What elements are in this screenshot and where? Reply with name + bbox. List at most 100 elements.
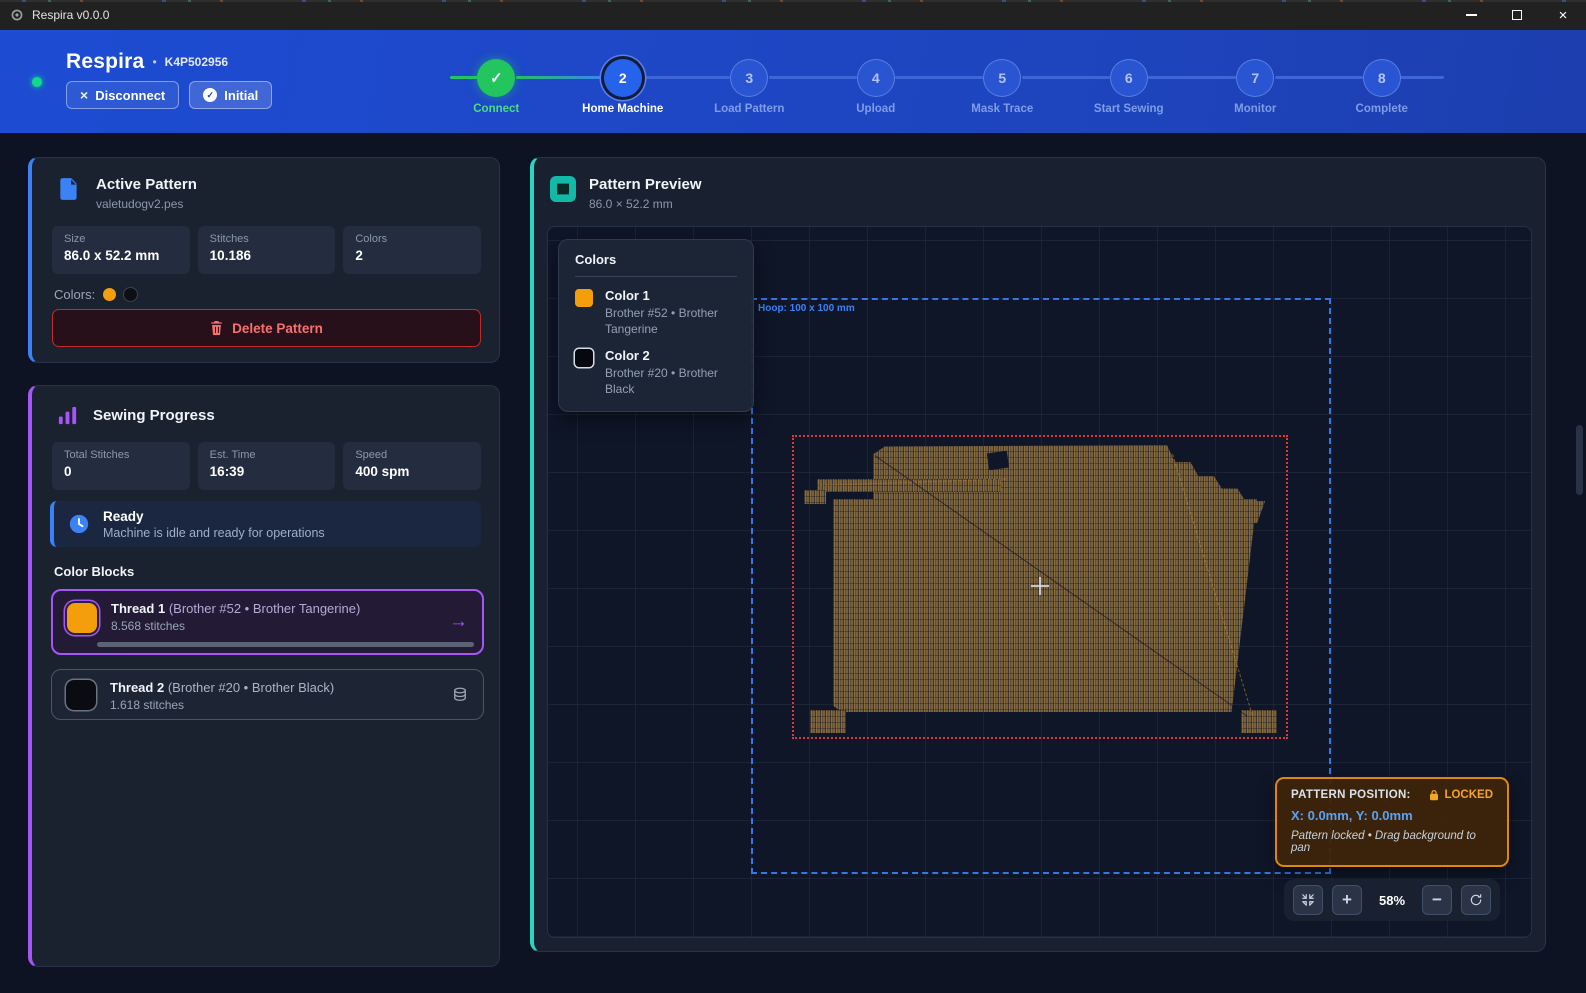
preview-dimensions: 86.0 × 52.2 mm: [589, 197, 702, 211]
legend-item-color1: Color 1 Brother #52 • Brother Tangerine: [575, 288, 737, 337]
step-number: 4: [857, 59, 895, 97]
file-icon: [56, 176, 82, 211]
disconnect-label: Disconnect: [95, 88, 165, 103]
zoom-out-button[interactable]: −: [1422, 885, 1452, 915]
stat-colors: Colors 2: [343, 226, 481, 274]
step-connector: [1148, 76, 1236, 79]
color-blocks-heading: Color Blocks: [54, 564, 134, 579]
disconnect-button[interactable]: × Disconnect: [66, 81, 179, 109]
separator-bullet: •: [152, 55, 156, 69]
step-label: Start Sewing: [1094, 103, 1164, 115]
step-mask-trace[interactable]: 5 Mask Trace: [939, 55, 1066, 125]
stat-value: 16:39: [210, 464, 324, 479]
thread-1-row[interactable]: Thread 1 (Brother #52 • Brother Tangerin…: [51, 589, 484, 655]
thread-name: Thread 1: [111, 601, 165, 616]
step-number: 2: [604, 59, 642, 97]
minimize-icon: [1466, 14, 1477, 16]
sewing-progress-card: Sewing Progress Total Stitches 0 Est. Ti…: [28, 385, 500, 967]
locked-label: LOCKED: [1444, 789, 1493, 801]
stat-label: Speed: [355, 449, 469, 461]
minimize-button[interactable]: [1448, 0, 1494, 30]
maximize-icon: [1512, 10, 1522, 20]
screen-edge-artifacts: [0, 0, 1586, 2]
step-label: Home Machine: [582, 103, 663, 115]
thread-2-row[interactable]: Thread 2 (Brother #20 • Brother Black) 1…: [51, 669, 484, 720]
step-circle-check-icon: ✓: [477, 59, 515, 97]
legend-swatch-orange: [575, 289, 593, 307]
reset-view-button[interactable]: [1461, 885, 1491, 915]
check-circle-icon: ✓: [203, 88, 217, 102]
legend-color-name: Color 2: [605, 348, 737, 363]
close-icon: ×: [1559, 8, 1568, 23]
delete-pattern-button[interactable]: Delete Pattern: [52, 309, 481, 347]
step-home-machine[interactable]: 2 Home Machine: [560, 55, 687, 125]
color-dot-black: [124, 288, 137, 301]
lock-icon: [1429, 789, 1439, 801]
step-load-pattern[interactable]: 3 Load Pattern: [686, 55, 813, 125]
clock-icon: [68, 513, 90, 535]
initial-label: Initial: [224, 88, 258, 103]
step-number: 7: [1236, 59, 1274, 97]
maximize-button[interactable]: [1494, 0, 1540, 30]
stat-size: Size 86.0 x 52.2 mm: [52, 226, 190, 274]
preview-canvas[interactable]: Colors Color 1 Brother #52 • Brother Tan…: [547, 226, 1532, 938]
machine-serial: K4P502956: [165, 55, 228, 69]
stat-speed: Speed 400 spm: [343, 442, 481, 490]
active-pattern-card: Active Pattern valetudogv2.pes Size 86.0…: [28, 157, 500, 363]
step-label: Mask Trace: [971, 103, 1033, 115]
step-number: 8: [1363, 59, 1401, 97]
thread-stitch-count: 8.568 stitches: [111, 619, 435, 633]
sewing-progress-title: Sewing Progress: [93, 407, 215, 424]
stat-label: Est. Time: [210, 449, 324, 461]
step-label: Connect: [473, 103, 519, 115]
step-connect[interactable]: ✓ Connect: [433, 55, 560, 125]
stat-value: 400 spm: [355, 464, 469, 479]
initial-button[interactable]: ✓ Initial: [189, 81, 272, 109]
stat-total-stitches: Total Stitches 0: [52, 442, 190, 490]
active-pattern-title: Active Pattern: [96, 176, 197, 193]
pattern-coordinates: X: 0.0mm, Y: 0.0mm: [1291, 808, 1493, 823]
trash-icon: [210, 321, 223, 335]
center-crosshair: [1031, 577, 1049, 595]
step-connector: [1275, 76, 1363, 79]
x-icon: ×: [80, 87, 88, 103]
step-connector: [516, 76, 604, 79]
colors-legend-panel: Colors Color 1 Brother #52 • Brother Tan…: [558, 239, 754, 412]
stat-label: Colors: [355, 233, 469, 245]
stat-stitches: Stitches 10.186: [198, 226, 336, 274]
image-icon: [550, 176, 576, 202]
thread-detail: (Brother #52 • Brother Tangerine): [169, 601, 360, 616]
step-monitor[interactable]: 7 Monitor: [1192, 55, 1319, 125]
legend-color-name: Color 1: [605, 288, 737, 303]
app-name: Respira: [66, 50, 144, 74]
pattern-position-label: PATTERN POSITION:: [1291, 789, 1411, 801]
fit-to-screen-button[interactable]: [1293, 885, 1323, 915]
thread-1-swatch: [67, 603, 97, 633]
color-dot-orange: [103, 288, 116, 301]
step-label: Upload: [856, 103, 895, 115]
step-connector: [642, 76, 730, 79]
plus-icon: +: [1342, 890, 1352, 910]
zoom-level: 58%: [1371, 893, 1413, 908]
close-button[interactable]: ×: [1540, 0, 1586, 30]
bar-chart-icon: [56, 404, 79, 427]
window-titlebar: Respira v0.0.0 ×: [0, 0, 1586, 30]
pattern-position-overlay: PATTERN POSITION: LOCKED X: 0.0mm, Y: 0.…: [1275, 777, 1509, 867]
step-number: 5: [983, 59, 1021, 97]
thread-detail: (Brother #20 • Brother Black): [168, 680, 334, 695]
workflow-stepper: ✓ Connect 2 Home Machine 3 Load Pattern …: [433, 55, 1445, 125]
window-title: Respira v0.0.0: [32, 8, 109, 22]
legend-item-color2: Color 2 Brother #20 • Brother Black: [575, 348, 737, 397]
step-complete[interactable]: 8 Complete: [1319, 55, 1446, 125]
step-label: Monitor: [1234, 103, 1276, 115]
zoom-in-button[interactable]: +: [1332, 885, 1362, 915]
thread-progress-bar: [97, 642, 474, 647]
window-scrollbar-thumb[interactable]: [1576, 425, 1583, 495]
arrow-right-icon: →: [449, 611, 468, 633]
pattern-lock-hint: Pattern locked • Drag background to pan: [1291, 830, 1493, 854]
step-start-sewing[interactable]: 6 Start Sewing: [1066, 55, 1193, 125]
connection-status-dot: [32, 77, 42, 87]
step-upload[interactable]: 4 Upload: [813, 55, 940, 125]
pattern-filename: valetudogv2.pes: [96, 197, 197, 211]
step-connector: [1022, 76, 1110, 79]
